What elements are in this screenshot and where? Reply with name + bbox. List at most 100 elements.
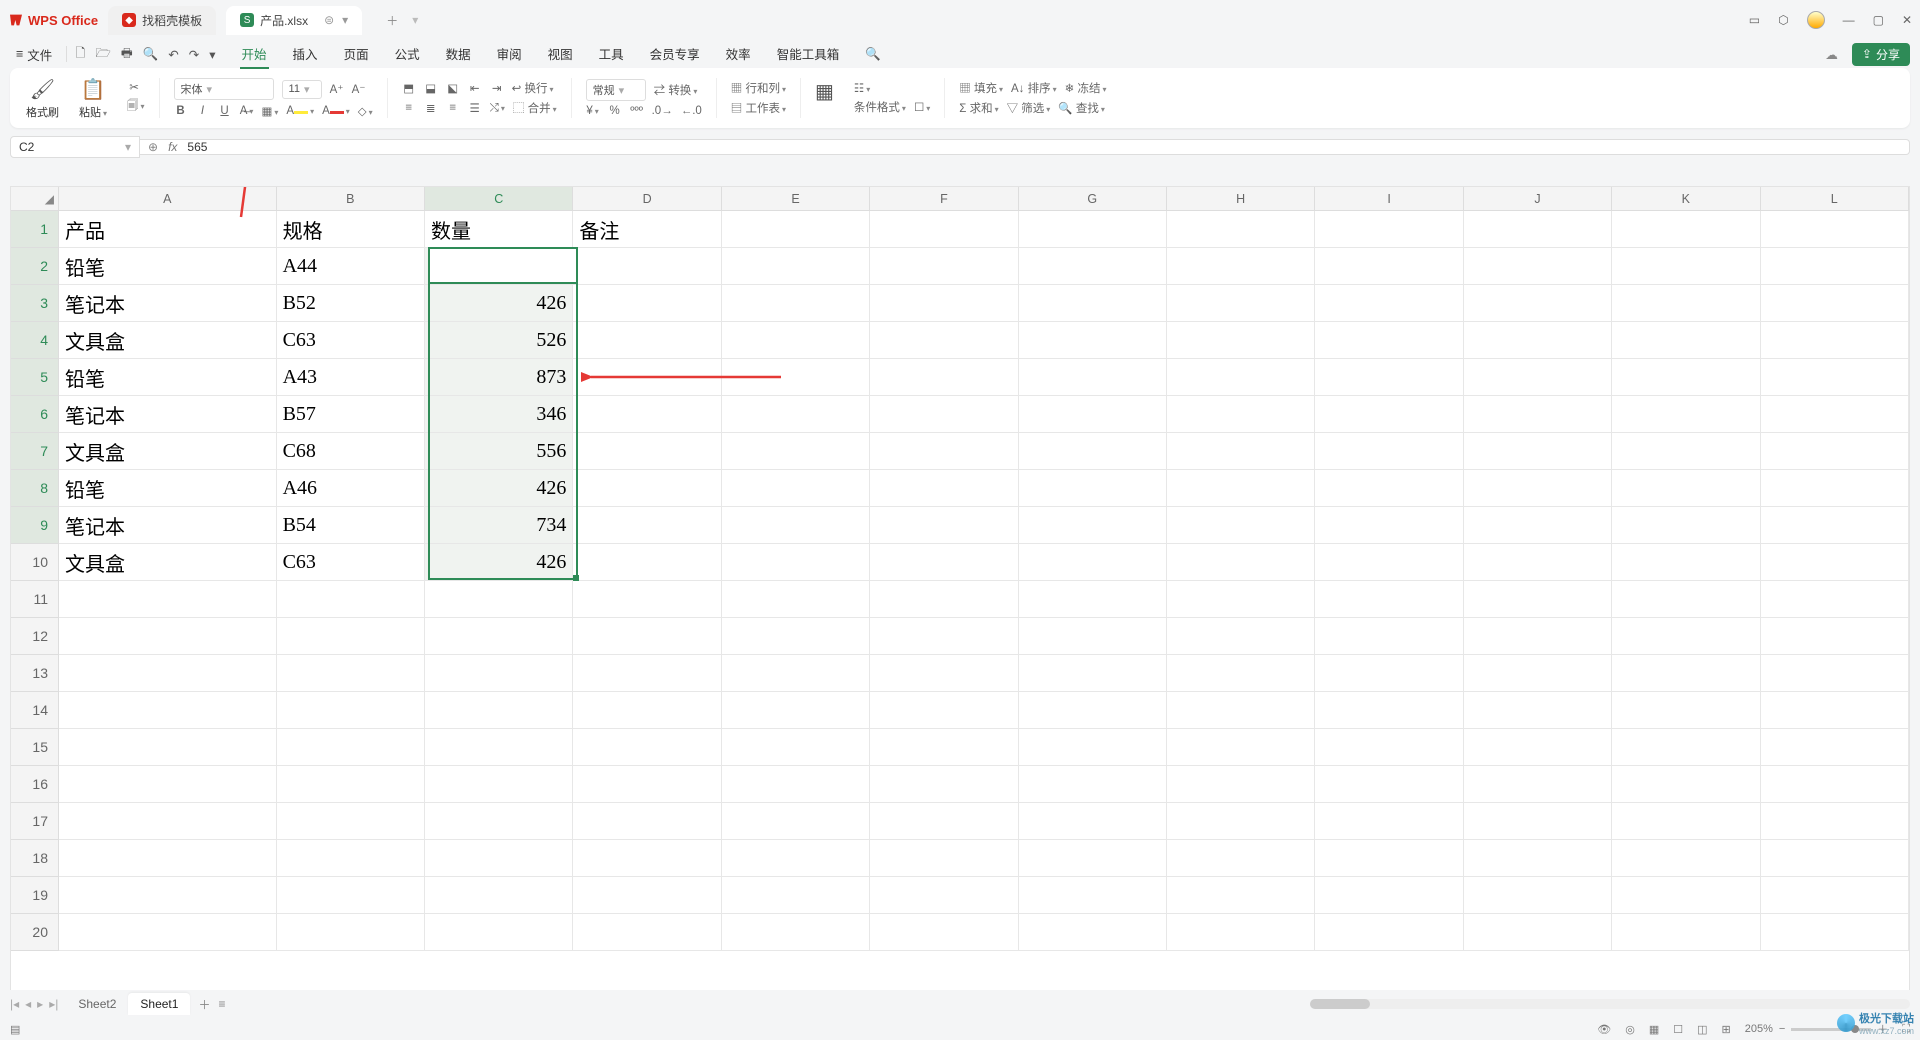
cells-area[interactable]: 产品规格数量备注铅笔A44565笔记本B52426文具盒C63526铅笔A438… bbox=[59, 211, 1909, 997]
menu-tab[interactable]: 审阅 bbox=[495, 40, 524, 69]
worksheet-button[interactable]: ▤ 工作表 bbox=[731, 100, 786, 116]
cell[interactable] bbox=[870, 729, 1018, 766]
cell[interactable]: 426 bbox=[425, 285, 573, 322]
cell[interactable] bbox=[870, 655, 1018, 692]
cell[interactable] bbox=[425, 581, 573, 618]
cell[interactable] bbox=[573, 803, 721, 840]
cell[interactable] bbox=[573, 507, 721, 544]
cell[interactable] bbox=[1315, 211, 1463, 248]
cloud-icon[interactable]: ☁ bbox=[1825, 47, 1838, 62]
cell[interactable] bbox=[1761, 322, 1909, 359]
cell[interactable] bbox=[1315, 396, 1463, 433]
cell[interactable] bbox=[1612, 581, 1760, 618]
cell[interactable] bbox=[722, 248, 870, 285]
cell[interactable] bbox=[722, 618, 870, 655]
redo-icon[interactable]: ↷ bbox=[189, 47, 199, 62]
cell[interactable] bbox=[1612, 470, 1760, 507]
orientation-icon[interactable]: ⤭ bbox=[490, 102, 505, 115]
format-icon[interactable]: ☐ bbox=[914, 100, 930, 114]
cell[interactable] bbox=[1315, 618, 1463, 655]
cell[interactable]: 文具盒 bbox=[59, 544, 277, 581]
maximize-icon[interactable]: ▢ bbox=[1873, 13, 1884, 27]
italic-button[interactable]: I bbox=[196, 105, 210, 117]
cell[interactable] bbox=[425, 655, 573, 692]
cell[interactable] bbox=[1167, 618, 1315, 655]
font-size-select[interactable]: 11▾ bbox=[282, 80, 322, 99]
cell[interactable] bbox=[573, 618, 721, 655]
cell[interactable] bbox=[1315, 840, 1463, 877]
cell[interactable] bbox=[722, 914, 870, 951]
horizontal-scrollbar[interactable] bbox=[1310, 999, 1910, 1009]
cell[interactable] bbox=[1464, 766, 1612, 803]
cell[interactable] bbox=[1464, 211, 1612, 248]
cell[interactable] bbox=[1464, 914, 1612, 951]
sheet-menu-icon[interactable]: ≡ bbox=[218, 997, 225, 1011]
cell[interactable] bbox=[870, 396, 1018, 433]
cell[interactable] bbox=[425, 840, 573, 877]
cell[interactable] bbox=[722, 322, 870, 359]
cell[interactable] bbox=[1019, 248, 1167, 285]
cell[interactable] bbox=[1761, 914, 1909, 951]
cell[interactable]: 426 bbox=[425, 544, 573, 581]
cell[interactable] bbox=[1761, 396, 1909, 433]
cell[interactable] bbox=[573, 581, 721, 618]
cell[interactable] bbox=[1761, 840, 1909, 877]
rowcol-button[interactable]: ▦ 行和列 bbox=[731, 80, 786, 96]
underline-button[interactable]: U bbox=[218, 105, 232, 117]
menu-tab[interactable]: 视图 bbox=[546, 40, 575, 69]
cell[interactable] bbox=[1612, 803, 1760, 840]
row-header[interactable]: 3 bbox=[11, 285, 59, 322]
tab-menu-icon[interactable]: ⊜ bbox=[324, 13, 334, 27]
cell[interactable] bbox=[1464, 544, 1612, 581]
cell[interactable] bbox=[870, 248, 1018, 285]
cell[interactable] bbox=[1612, 692, 1760, 729]
cell[interactable] bbox=[1019, 507, 1167, 544]
name-box[interactable]: C2 ▾ bbox=[10, 136, 140, 158]
cell[interactable] bbox=[425, 618, 573, 655]
cell[interactable] bbox=[722, 840, 870, 877]
cell[interactable] bbox=[1019, 877, 1167, 914]
cell[interactable] bbox=[722, 655, 870, 692]
sheet-tab[interactable]: Sheet2 bbox=[66, 993, 128, 1015]
cell[interactable] bbox=[1167, 655, 1315, 692]
cell[interactable]: B52 bbox=[277, 285, 425, 322]
justify-icon[interactable]: ☰ bbox=[468, 101, 482, 115]
search-icon[interactable]: 🔍 bbox=[865, 47, 881, 62]
merge-button[interactable]: ⬚ 合并 bbox=[513, 100, 557, 116]
sheet-tab[interactable]: Sheet1 bbox=[128, 993, 190, 1015]
cell[interactable] bbox=[1167, 581, 1315, 618]
preview-icon[interactable]: 🔍 bbox=[143, 47, 159, 62]
cell[interactable]: 873 bbox=[425, 359, 573, 396]
cell[interactable]: A43 bbox=[277, 359, 425, 396]
cell[interactable] bbox=[1761, 433, 1909, 470]
cell[interactable] bbox=[1612, 766, 1760, 803]
cell[interactable] bbox=[1612, 877, 1760, 914]
cell[interactable] bbox=[1167, 211, 1315, 248]
cell[interactable] bbox=[1019, 211, 1167, 248]
cell[interactable] bbox=[1464, 507, 1612, 544]
cell[interactable] bbox=[1612, 507, 1760, 544]
cell[interactable]: 笔记本 bbox=[59, 285, 277, 322]
sum-button[interactable]: Σ 求和 bbox=[959, 100, 998, 116]
cell[interactable] bbox=[1167, 322, 1315, 359]
cell[interactable] bbox=[1315, 248, 1463, 285]
cell[interactable] bbox=[1612, 396, 1760, 433]
cell[interactable] bbox=[722, 285, 870, 322]
cell[interactable] bbox=[573, 359, 721, 396]
cell[interactable] bbox=[277, 581, 425, 618]
filter-button[interactable]: ▽ 筛选 bbox=[1007, 100, 1051, 116]
cell[interactable] bbox=[1315, 729, 1463, 766]
cell[interactable]: 文具盒 bbox=[59, 433, 277, 470]
clear-format-button[interactable]: ◇ bbox=[358, 104, 373, 118]
cell[interactable] bbox=[1167, 359, 1315, 396]
cell[interactable] bbox=[1315, 914, 1463, 951]
cell[interactable] bbox=[1019, 840, 1167, 877]
menu-tab[interactable]: 效率 bbox=[724, 40, 753, 69]
cell[interactable] bbox=[1315, 877, 1463, 914]
cell[interactable] bbox=[1464, 396, 1612, 433]
align-center-icon[interactable]: ≣ bbox=[424, 101, 438, 115]
cell[interactable]: B54 bbox=[277, 507, 425, 544]
cond-format-button[interactable]: 条件格式 bbox=[854, 99, 906, 115]
row-header[interactable]: 20 bbox=[11, 914, 59, 951]
cell[interactable]: 备注 bbox=[573, 211, 721, 248]
